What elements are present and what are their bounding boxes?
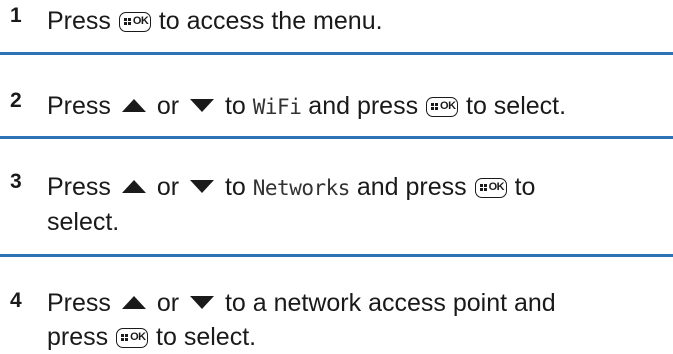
step-word: Press	[47, 7, 111, 35]
step-word: Press	[47, 92, 111, 120]
menu-ok-key-icon: OK	[474, 178, 507, 198]
down-arrow-icon	[190, 296, 214, 309]
up-arrow-icon	[121, 296, 146, 309]
down-arrow-icon	[190, 180, 214, 193]
step-word: press	[47, 323, 109, 351]
step-word: and press	[308, 92, 419, 120]
separator	[0, 52, 673, 55]
step-number: 3	[10, 170, 22, 193]
step-number: 2	[10, 89, 22, 112]
step-text: Press or to WiFi and press OK to select.	[47, 89, 663, 124]
step-word: to	[224, 173, 246, 201]
separator	[0, 254, 673, 257]
step-text: Press or to a network access point and p…	[47, 286, 663, 354]
step-word: Press	[47, 173, 111, 201]
step-text: Press OK to access the menu.	[47, 4, 663, 38]
menu-ok-key-icon: OK	[118, 12, 151, 32]
menu-item-name: WiFi	[252, 95, 302, 119]
step-word: to	[514, 173, 536, 201]
up-arrow-icon	[121, 180, 146, 193]
step-word: or	[156, 173, 180, 201]
step-word: select.	[47, 208, 120, 236]
menu-ok-key-icon: OK	[116, 328, 149, 348]
step-number: 1	[10, 4, 22, 27]
step-word: to select.	[156, 323, 257, 351]
step-word: or	[156, 289, 180, 317]
step-word: to select.	[466, 92, 567, 120]
step-word: to access the menu.	[158, 7, 383, 35]
step-text: Press or to Networks and press OK to sel…	[47, 170, 663, 239]
step-word: to a network access point and	[224, 289, 556, 317]
step-word: to	[224, 92, 246, 120]
menu-item-name: Networks	[252, 176, 351, 200]
menu-ok-key-icon: OK	[426, 97, 459, 117]
up-arrow-icon	[121, 99, 146, 112]
step-word: and press	[356, 173, 467, 201]
separator	[0, 136, 673, 139]
step-word: or	[156, 92, 180, 120]
down-arrow-icon	[190, 99, 214, 112]
step-word: Press	[47, 289, 111, 317]
step-number: 4	[10, 289, 22, 312]
